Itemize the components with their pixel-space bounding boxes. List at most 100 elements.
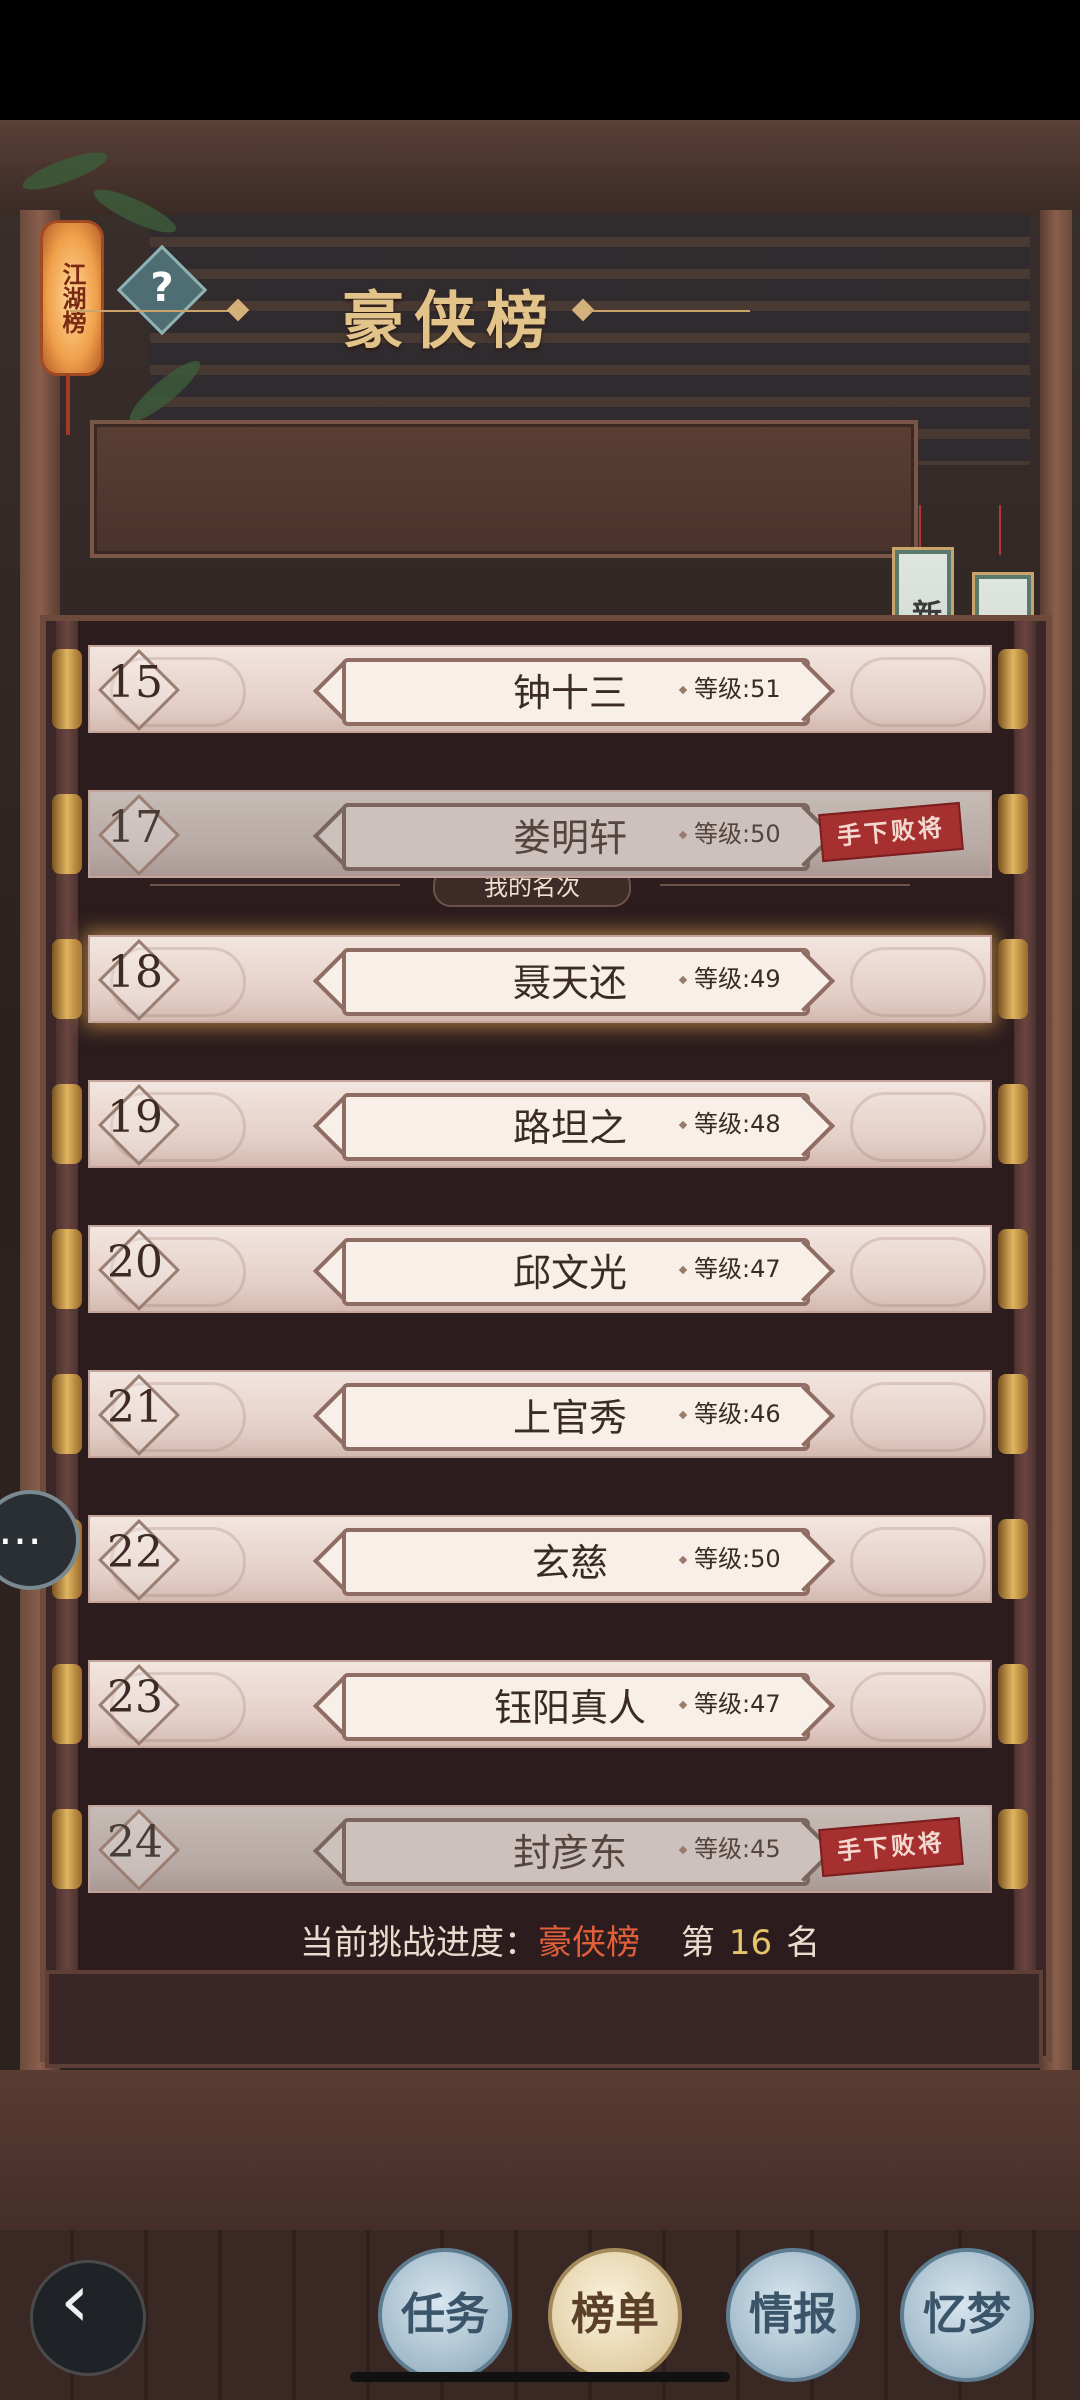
level-text: 等级:47	[694, 1690, 781, 1718]
rank-number: 21	[107, 1382, 163, 1433]
level-text: 等级:45	[694, 1835, 781, 1863]
level-text: 等级:47	[694, 1255, 781, 1283]
rank-row[interactable]: 19 路坦之 等级:48	[50, 1080, 1030, 1168]
scroll-roller	[998, 649, 1028, 729]
player-level: 等级:45	[678, 1829, 781, 1864]
rank-row[interactable]: 21 上官秀 等级:46	[50, 1370, 1030, 1458]
level-text: 等级:48	[694, 1110, 781, 1138]
scroll-roller	[998, 1229, 1028, 1309]
player-name: 封彦东	[512, 1831, 627, 1875]
scroll-roller	[52, 649, 82, 729]
lower-panel	[45, 1970, 1043, 2068]
nav-intel-button[interactable]: 情报	[726, 2248, 860, 2382]
nav-label: 任务	[401, 2289, 489, 2340]
level-dot-icon	[678, 1555, 688, 1565]
level-dot-icon	[678, 1700, 688, 1710]
scroll-roller	[52, 794, 82, 874]
scroll-roller	[52, 1664, 82, 1744]
cloud-pattern	[850, 1382, 986, 1452]
scroll-roller	[52, 1084, 82, 1164]
page-title: 豪侠榜	[341, 284, 558, 357]
cloud-pattern	[850, 947, 986, 1017]
cloud-pattern	[850, 1527, 986, 1597]
nav-label: 情报	[749, 2289, 837, 2340]
rank-number: 19	[107, 1092, 163, 1143]
game-scene: 江湖榜 ? 豪侠榜 新秀 豪侠 15 钟十三 等级:51 我的名次	[0, 120, 1080, 2400]
scroll-roller	[998, 1664, 1028, 1744]
level-text: 等级:50	[694, 820, 781, 848]
player-name: 钰阳真人	[493, 1686, 646, 1730]
lantern-label: 江湖榜	[58, 262, 87, 334]
player-level: 等级:46	[678, 1394, 781, 1429]
separator-line	[150, 884, 400, 886]
level-text: 等级:46	[694, 1400, 781, 1428]
status-bar	[0, 0, 1080, 120]
player-name: 路坦之	[512, 1106, 627, 1150]
player-level: 等级:50	[678, 814, 781, 849]
nav-tasks-button[interactable]: 任务	[378, 2248, 512, 2382]
progress-prefix: 当前挑战进度：	[300, 1923, 538, 1963]
scroll-roller	[52, 1229, 82, 1309]
rank-number: 23	[107, 1672, 163, 1723]
rank-row-current-challenge[interactable]: 18 聂天还 等级:49	[50, 935, 1030, 1023]
level-dot-icon	[678, 1410, 688, 1420]
scroll-roller	[998, 1809, 1028, 1889]
nav-label: 榜单	[571, 2289, 659, 2340]
scroll-roller	[998, 794, 1028, 874]
separator-line	[660, 884, 910, 886]
player-name: 钟十三	[512, 671, 627, 715]
progress-pos-prefix: 第	[680, 1923, 715, 1963]
cloud-pattern	[850, 1237, 986, 1307]
nav-rankings-button[interactable]: 榜单	[548, 2248, 682, 2382]
tab-string	[999, 505, 1001, 555]
level-text: 等级:51	[694, 675, 781, 703]
chat-bubble-icon: …	[0, 1504, 42, 1555]
rank-row[interactable]: 23 钰阳真人 等级:47	[50, 1660, 1030, 1748]
level-dot-icon	[678, 685, 688, 695]
player-level: 等级:50	[678, 1539, 781, 1574]
player-name: 邱文光	[512, 1251, 627, 1295]
player-level: 等级:48	[678, 1104, 781, 1139]
title-plaque	[90, 420, 918, 558]
scroll-roller	[998, 1084, 1028, 1164]
level-dot-icon	[678, 975, 688, 985]
rank-row[interactable]: 20 邱文光 等级:47	[50, 1225, 1030, 1313]
scroll-roller	[998, 1519, 1028, 1599]
level-text: 等级:49	[694, 965, 781, 993]
jianghu-ranking-lantern[interactable]: 江湖榜	[40, 220, 104, 376]
scroll-roller	[998, 939, 1028, 1019]
rank-row[interactable]: 22 玄慈 等级:50	[50, 1515, 1030, 1603]
player-level: 等级:47	[678, 1684, 781, 1719]
player-name: 上官秀	[512, 1396, 627, 1440]
rank-row[interactable]: 17 娄明轩 等级:50 手下败将	[50, 790, 1030, 878]
rank-number: 22	[107, 1527, 163, 1578]
player-name: 娄明轩	[512, 816, 627, 860]
nav-memory-button[interactable]: 忆梦	[900, 2248, 1034, 2382]
rank-number: 18	[107, 947, 163, 998]
challenge-progress: 当前挑战进度：豪侠榜 第 16 名	[300, 1915, 820, 1964]
cloud-pattern	[850, 1092, 986, 1162]
lantern-tassel	[66, 375, 70, 435]
scroll-roller	[998, 1374, 1028, 1454]
tab-string	[919, 505, 921, 555]
progress-rank-number: 16	[728, 1923, 773, 1963]
level-dot-icon	[678, 830, 688, 840]
rank-row[interactable]: 24 封彦东 等级:45 手下败将	[50, 1805, 1030, 1893]
title-divider-left	[70, 310, 230, 312]
progress-pos-suffix: 名	[786, 1923, 821, 1963]
home-indicator[interactable]	[350, 2372, 730, 2382]
rank-number: 17	[107, 802, 163, 853]
rank-number: 24	[107, 1817, 163, 1868]
scroll-roller	[52, 939, 82, 1019]
level-dot-icon	[678, 1265, 688, 1275]
cloud-pattern	[850, 657, 986, 727]
player-level: 等级:47	[678, 1249, 781, 1284]
player-level: 等级:49	[678, 959, 781, 994]
roof-beam	[0, 120, 1080, 215]
rank-row[interactable]: 15 钟十三 等级:51	[50, 645, 1030, 733]
progress-board-name: 豪侠榜	[538, 1923, 640, 1963]
nav-label: 忆梦	[923, 2289, 1011, 2340]
level-text: 等级:50	[694, 1545, 781, 1573]
level-dot-icon	[678, 1120, 688, 1130]
title-divider-right	[590, 310, 750, 312]
